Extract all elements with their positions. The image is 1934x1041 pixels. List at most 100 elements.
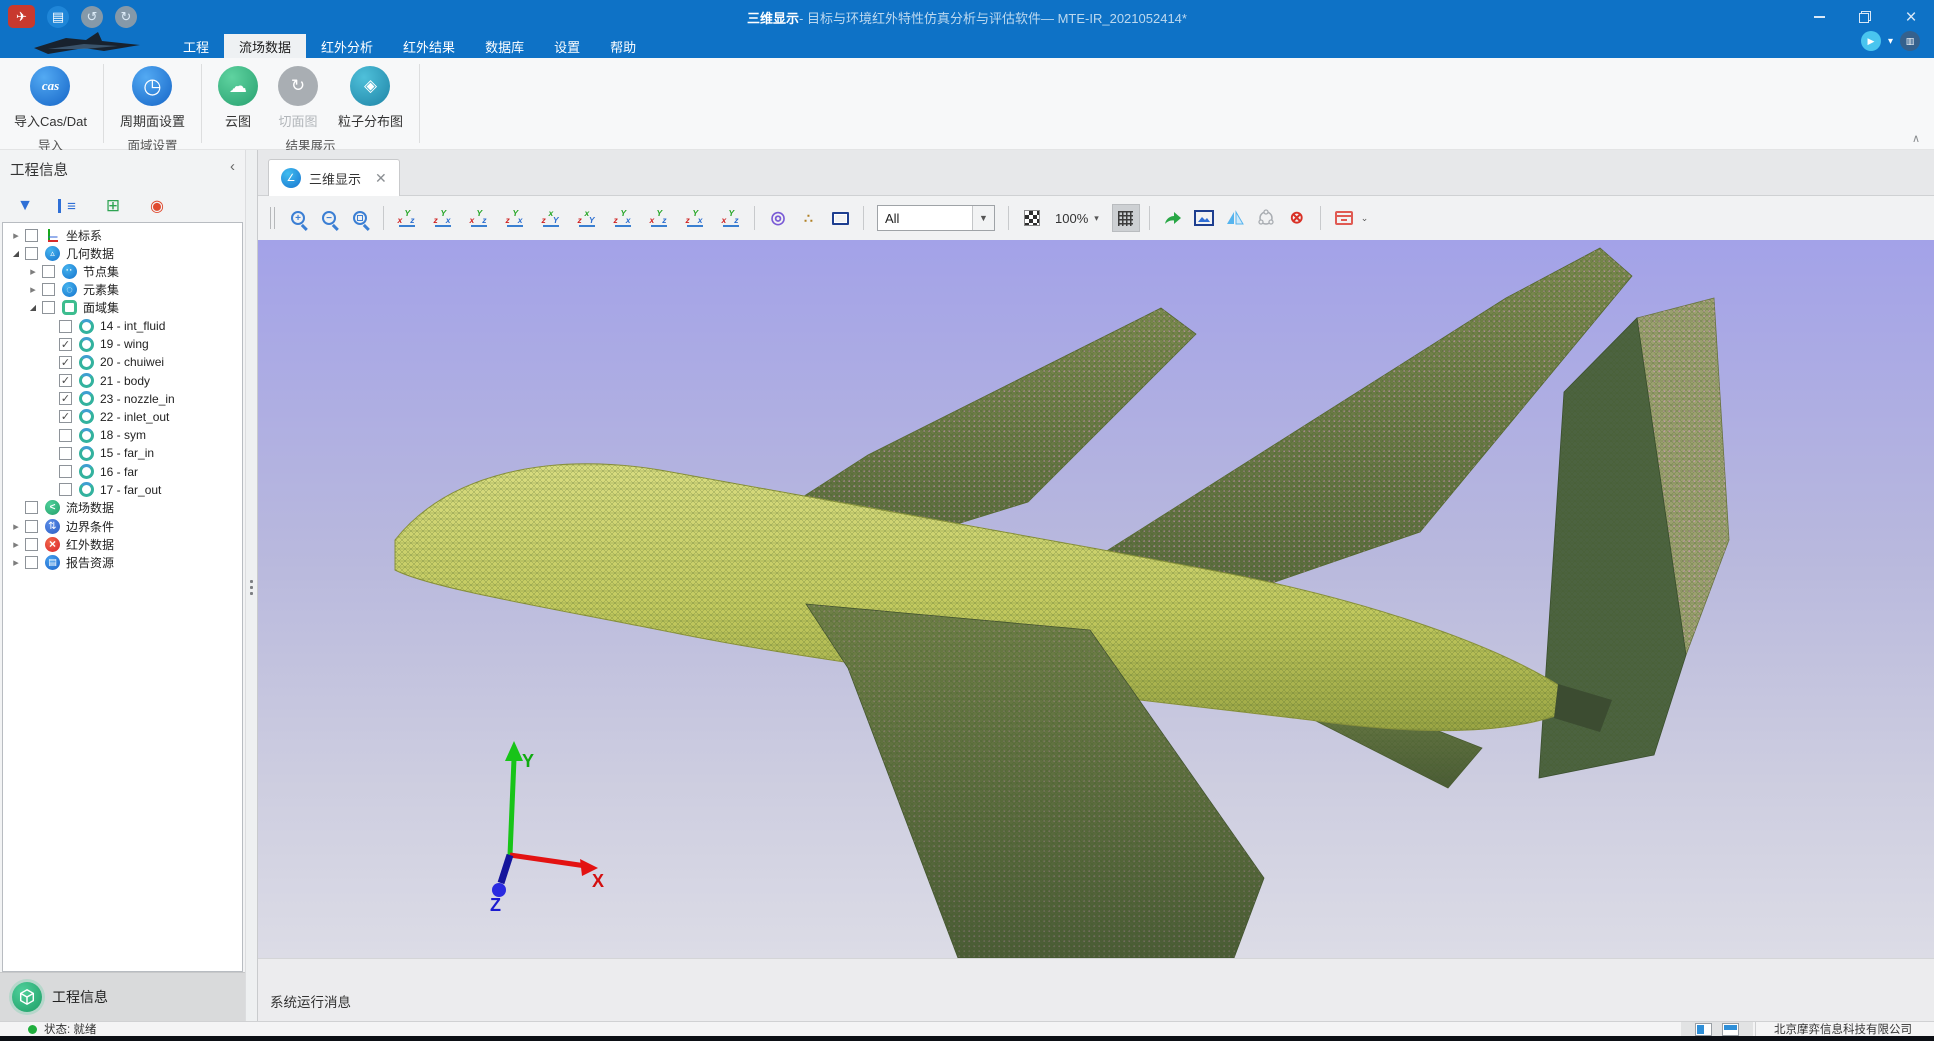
list-view-icon[interactable]: ≡ — [58, 199, 80, 213]
periodic-face-button[interactable]: ◷ 周期面设置 — [112, 64, 193, 132]
app-icon[interactable]: ✈ — [8, 5, 35, 28]
panel-collapse-icon[interactable]: ‹ — [230, 158, 235, 175]
menu-item[interactable]: 红外结果 — [388, 34, 470, 58]
tab-3d-display[interactable]: ∠ 三维显示 ✕ — [268, 159, 400, 196]
project-panel-footer-button[interactable]: 工程信息 — [0, 972, 245, 1021]
theme-icon[interactable]: ▥ — [1900, 31, 1920, 51]
expander-icon[interactable] — [9, 538, 23, 551]
opacity-value[interactable]: 100% — [1055, 211, 1088, 226]
expander-icon[interactable] — [26, 303, 40, 312]
tree-item[interactable]: 17 - far_out — [3, 481, 242, 499]
tree-checkbox[interactable] — [59, 356, 72, 369]
standard-view-button[interactable]: Yzx — [501, 204, 529, 232]
tree-checkbox[interactable] — [59, 465, 72, 478]
ring-nodes-button[interactable] — [1252, 204, 1280, 232]
tree-item[interactable]: 18 - sym — [3, 426, 242, 444]
tree-item[interactable]: 15 - far_in — [3, 444, 242, 462]
mesh-toggle-button[interactable] — [1112, 204, 1140, 232]
standard-view-button[interactable]: xzY — [537, 204, 565, 232]
splitter-handle[interactable] — [250, 580, 253, 595]
menu-item[interactable]: 设置 — [539, 34, 595, 58]
expander-icon[interactable] — [9, 556, 23, 569]
locate-target-icon[interactable]: ◉ — [146, 195, 168, 217]
undo-icon[interactable]: ↺ — [81, 6, 103, 28]
import-cas-dat-button[interactable]: cas 导入Cas/Dat — [6, 64, 95, 132]
tree-item[interactable]: 报告资源 — [3, 553, 242, 571]
standard-view-button[interactable]: Yzx — [681, 204, 709, 232]
standard-view-button[interactable]: Yxz — [465, 204, 493, 232]
tree-item[interactable]: 22 - inlet_out — [3, 408, 242, 426]
tree-item[interactable]: 坐标系 — [3, 226, 242, 244]
menu-item[interactable]: 数据库 — [470, 34, 539, 58]
filter-icon[interactable]: ▼ — [14, 195, 36, 217]
tree-checkbox[interactable] — [25, 556, 38, 569]
tree-item[interactable]: 19 - wing — [3, 335, 242, 353]
probe-button[interactable]: ◎ — [764, 204, 792, 232]
tree-item[interactable]: 流场数据 — [3, 499, 242, 517]
layout-icon-2[interactable] — [1722, 1023, 1739, 1036]
expander-icon[interactable] — [26, 265, 40, 278]
standard-view-button[interactable]: Yxz — [717, 204, 745, 232]
expander-icon[interactable] — [9, 520, 23, 533]
tree-checkbox[interactable] — [25, 247, 38, 260]
tree-checkbox[interactable] — [42, 283, 55, 296]
dropdown-arrow-icon[interactable]: ▼ — [972, 206, 994, 230]
tree-item[interactable]: 21 - body — [3, 372, 242, 390]
tree-item[interactable]: 14 - int_fluid — [3, 317, 242, 335]
tree-item[interactable]: 元素集 — [3, 281, 242, 299]
tree-checkbox[interactable] — [59, 447, 72, 460]
zoom-in-button[interactable]: + — [284, 204, 312, 232]
expander-icon[interactable] — [9, 249, 23, 258]
archive-button[interactable] — [1330, 204, 1358, 232]
tree-checkbox[interactable] — [59, 429, 72, 442]
tree-checkbox[interactable] — [25, 229, 38, 242]
menu-item[interactable]: 流场数据 — [224, 34, 306, 58]
project-tree[interactable]: 坐标系 几何数据 节点集 元素集 — [2, 222, 243, 972]
cancel-button[interactable]: ⊗ — [1283, 204, 1311, 232]
tree-checkbox[interactable] — [59, 483, 72, 496]
tree-checkbox[interactable] — [59, 338, 72, 351]
tab-close-icon[interactable]: ✕ — [375, 170, 387, 187]
tree-item[interactable]: 16 - far — [3, 462, 242, 480]
tree-checkbox[interactable] — [59, 410, 72, 423]
tree-item[interactable]: 边界条件 — [3, 517, 242, 535]
new-document-icon[interactable]: ▤ — [47, 6, 69, 28]
viewport-3d[interactable]: Y X Z — [258, 240, 1934, 958]
box-select-button[interactable] — [826, 204, 854, 232]
close-button[interactable]: × — [1888, 0, 1934, 34]
minimize-button[interactable] — [1796, 0, 1842, 34]
display-style-icon[interactable]: ▶ — [1861, 31, 1881, 51]
standard-view-button[interactable]: Yxz — [393, 204, 421, 232]
tree-item[interactable]: 面域集 — [3, 299, 242, 317]
zoom-fit-button[interactable] — [346, 204, 374, 232]
menu-item[interactable]: 红外分析 — [306, 34, 388, 58]
standard-view-button[interactable]: xzY — [573, 204, 601, 232]
export-view-button[interactable] — [1159, 204, 1187, 232]
expander-icon[interactable] — [9, 229, 23, 242]
tree-checkbox[interactable] — [25, 501, 38, 514]
restore-button[interactable] — [1842, 0, 1888, 34]
layout-icon-1[interactable] — [1695, 1023, 1712, 1036]
mirror-button[interactable] — [1221, 204, 1249, 232]
particles-button[interactable]: ∴ — [795, 204, 823, 232]
menu-item[interactable]: 工程 — [168, 34, 224, 58]
tree-checkbox[interactable] — [42, 265, 55, 278]
tree-checkbox[interactable] — [25, 520, 38, 533]
archive-caret-icon[interactable]: ⌄ — [1361, 213, 1369, 224]
opacity-caret-icon[interactable]: ▾ — [1094, 213, 1099, 224]
tree-checkbox[interactable] — [59, 374, 72, 387]
tree-checkbox[interactable] — [59, 320, 72, 333]
contour-plot-button[interactable]: ☁ 云图 — [210, 64, 266, 132]
standard-view-button[interactable]: Yzx — [429, 204, 457, 232]
grid-view-icon[interactable]: ⊞ — [102, 195, 124, 217]
particle-plot-button[interactable]: ◈ 粒子分布图 — [330, 64, 411, 132]
redo-icon[interactable]: ↻ — [115, 6, 137, 28]
mesh-filter-select[interactable]: All ▼ — [877, 205, 995, 231]
opacity-button[interactable] — [1018, 204, 1046, 232]
menu-item[interactable]: 帮助 — [595, 34, 651, 58]
standard-view-button[interactable]: Yzx — [609, 204, 637, 232]
screenshot-button[interactable] — [1190, 204, 1218, 232]
expander-icon[interactable] — [26, 283, 40, 296]
toolbar-grip[interactable] — [270, 207, 275, 229]
zoom-out-button[interactable]: − — [315, 204, 343, 232]
